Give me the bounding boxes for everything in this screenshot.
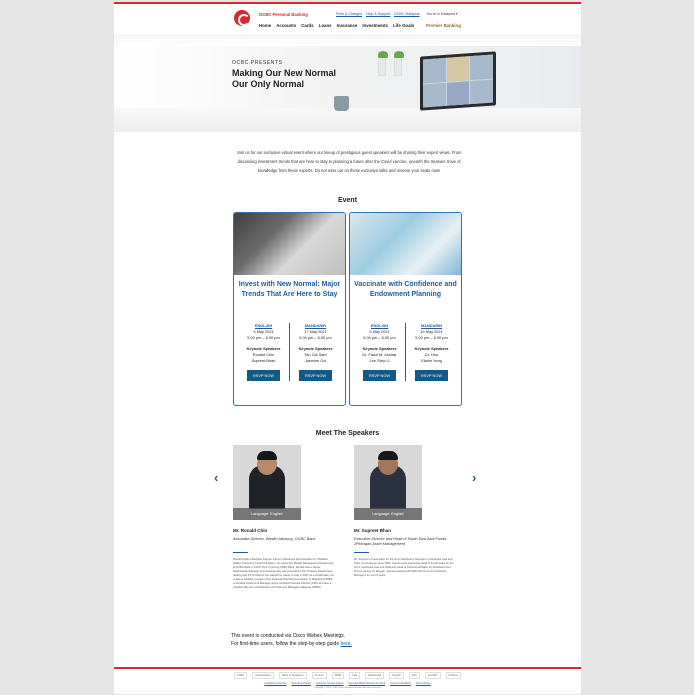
nav-accounts[interactable]: Accounts <box>276 23 296 28</box>
speaker-language: Language: English <box>233 508 301 520</box>
partner-logo[interactable]: Bank of Singapore <box>279 672 307 679</box>
session-mandarin: MANDARIN 17 May 2021 5.00 pm – 6.00 pm K… <box>289 323 341 381</box>
speaker-name: Mr. Ronald Chin <box>233 528 268 533</box>
intro-text: Join us for our exclusive virtual event … <box>236 150 462 173</box>
keynote-speaker: Supreet Bhan <box>251 358 276 363</box>
speaker-photo-ronald: Language: English <box>233 445 301 520</box>
webex-note: This event is conducted via Cisco Webex … <box>231 632 352 648</box>
footer-links: Conditions of Access Security & Privacy … <box>114 682 581 685</box>
event-card-title: Invest with New Normal: Major Trends Tha… <box>238 281 341 298</box>
event-card-title: Vaccinate with Confidence and Endowment … <box>354 281 457 298</box>
region-selector[interactable]: You're in Malaysia ▾ <box>426 12 458 16</box>
plant-illustration <box>378 51 388 76</box>
speaker-role: Executive Director and Head of South Eas… <box>354 537 448 546</box>
region-label[interactable]: You're in Malaysia <box>426 12 455 16</box>
nav-premier-banking[interactable]: Premier Banking <box>426 23 461 28</box>
laptop-video-call-image <box>420 51 496 111</box>
copyright: Copyright © 2021 OCBC Bank (Malaysia) Be… <box>313 687 382 689</box>
nav-investments[interactable]: Investments <box>362 23 388 28</box>
rsvp-button[interactable]: RSVP NOW <box>247 370 280 381</box>
carousel-prev-icon[interactable]: ‹ <box>214 470 218 485</box>
partner-logo[interactable]: Mastercard <box>365 672 385 679</box>
partner-logo[interactable]: FPX <box>408 672 420 679</box>
event-heading: Event <box>337 197 358 204</box>
event-sessions: ENGLISH 3 May 2021 5.00 pm – 6.00 pm Key… <box>238 323 341 381</box>
top-header: OCBC Personal Banking Fees & Charges Hel… <box>114 2 581 34</box>
session-time: 5.00 pm – 6.00 pm <box>247 335 280 340</box>
hero-title: Making Our New Normal Our Only Normal <box>232 68 337 89</box>
webex-line-1: This event is conducted via Cisco Webex … <box>231 633 346 639</box>
speaker-divider <box>354 552 369 553</box>
event-card-vaccinate: Vaccinate with Confidence and Endowment … <box>349 212 462 406</box>
ocbc-logo-icon[interactable] <box>234 10 250 26</box>
mug-illustration <box>334 96 349 111</box>
keynote-speaker: Jasmine Ooi <box>304 358 327 363</box>
keynote-speaker: Lee Siew Li <box>369 358 390 363</box>
footer-link[interactable]: Client Charter <box>416 682 431 685</box>
speaker-photo-supreet: Language: English <box>354 445 422 520</box>
brand-name[interactable]: OCBC Personal Banking <box>259 12 308 17</box>
partner-logo[interactable]: Visa <box>349 672 361 679</box>
partner-logo[interactable]: DuitNow <box>445 672 462 679</box>
speaker-language: Language: English <box>354 508 422 520</box>
nav-loans[interactable]: Loans <box>319 23 332 28</box>
speakers-heading: Meet The Speakers <box>315 430 380 437</box>
session-time: 5.00 pm – 6.00 pm <box>415 335 448 340</box>
carousel-next-icon[interactable]: › <box>472 470 476 485</box>
speaker-bio: Ronald holds a Bachelor Degree (Hons) in… <box>233 558 334 589</box>
event-card-invest: Invest with New Normal: Major Trends Tha… <box>233 212 346 406</box>
main-nav: Home Accounts Cards Loans Insurance Inve… <box>259 23 414 28</box>
page: OCBC Personal Banking Fees & Charges Hel… <box>114 2 581 694</box>
hero-desk <box>114 108 581 132</box>
vaccine-image <box>350 213 461 275</box>
fees-charges-link[interactable]: Fees & Charges <box>336 12 362 16</box>
partner-logo[interactable]: Al-Amin <box>311 672 327 679</box>
rsvp-button[interactable]: RSVP NOW <box>299 370 332 381</box>
footer-link[interactable]: Conditions of Access <box>264 682 286 685</box>
partner-logo[interactable]: OCBC <box>233 672 248 679</box>
chevron-down-icon: ▾ <box>455 12 458 16</box>
help-support-link[interactable]: Help & Support <box>366 12 390 16</box>
footer-link[interactable]: Personal Data Protection Act 2010 <box>349 682 386 685</box>
partner-logo[interactable]: Great Eastern <box>252 672 275 679</box>
nav-insurance[interactable]: Insurance <box>337 23 358 28</box>
ocbc-malaysia-link[interactable]: OCBC Malaysia <box>394 12 420 16</box>
footer: OCBC Great Eastern Bank of Singapore Al-… <box>114 667 581 694</box>
partner-logo[interactable]: JomPAY <box>424 672 441 679</box>
speaker-divider <box>233 552 248 553</box>
session-time: 5.00 pm – 6.00 pm <box>363 335 396 340</box>
partner-logos: OCBC Great Eastern Bank of Singapore Al-… <box>114 672 581 679</box>
partner-logo[interactable]: PIDM <box>331 672 345 679</box>
nav-life-goals[interactable]: Life Goals <box>393 23 414 28</box>
footer-link[interactable]: Security & Privacy <box>292 682 311 685</box>
speaker-role: Associate Director, Wealth Advisory, OCB… <box>233 537 316 541</box>
nav-home[interactable]: Home <box>259 23 271 28</box>
session-english: ENGLISH 5 May 2021 5.00 pm – 6.00 pm Key… <box>354 323 405 381</box>
hero-banner: OCBC PRESENTS Making Our New Normal Our … <box>114 46 581 132</box>
footer-link[interactable]: Terms & Conditions <box>390 682 411 685</box>
footer-link[interactable]: Customer Service Charter <box>316 682 344 685</box>
speaker-name: Mr. Supreet Bhan <box>354 528 392 533</box>
nav-cards[interactable]: Cards <box>301 23 313 28</box>
guide-link[interactable]: here. <box>341 641 352 647</box>
session-time: 5.00 pm – 6.00 pm <box>299 335 332 340</box>
webex-line-2: For first-time users, follow the step-by… <box>231 641 340 647</box>
partner-logo[interactable]: PayNet <box>389 672 404 679</box>
speaker-bio: Mr. Supreet is responsible for the firm'… <box>354 558 454 577</box>
session-mandarin: MANDARIN 19 May 2021 5.00 pm – 6.00 pm K… <box>405 323 457 381</box>
hero-presents: OCBC PRESENTS <box>232 60 283 66</box>
rsvp-button[interactable]: RSVP NOW <box>415 370 448 381</box>
plant-illustration <box>394 51 404 76</box>
event-sessions: ENGLISH 5 May 2021 5.00 pm – 6.00 pm Key… <box>354 323 457 381</box>
rsvp-button[interactable]: RSVP NOW <box>363 370 396 381</box>
nav-shadow <box>114 34 581 46</box>
session-english: ENGLISH 3 May 2021 5.00 pm – 6.00 pm Key… <box>238 323 289 381</box>
finance-meeting-image <box>234 213 345 275</box>
keynote-speaker: Elaine Yong <box>421 358 442 363</box>
